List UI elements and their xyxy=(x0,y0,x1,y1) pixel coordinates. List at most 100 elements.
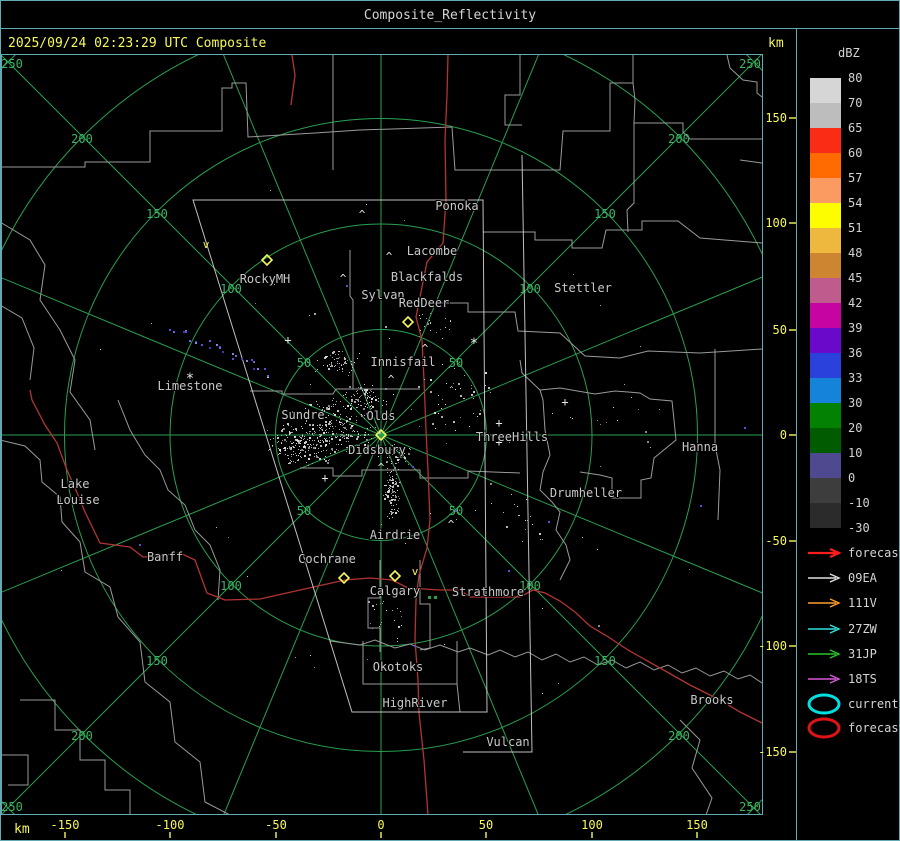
echo-pixel xyxy=(409,448,410,449)
echo-pixel xyxy=(285,450,286,451)
dbz-swatch xyxy=(810,353,841,378)
echo-pixel xyxy=(392,476,393,477)
echo-pixel xyxy=(369,397,370,398)
echo-pixel xyxy=(411,409,412,410)
echo-pixel xyxy=(333,404,334,405)
echo-pixel xyxy=(299,440,300,441)
dbz-swatch xyxy=(810,503,841,528)
echo-pixel xyxy=(347,405,349,407)
echo-pixel xyxy=(354,362,355,363)
echo-pixel xyxy=(438,413,439,414)
weak-echo-pixel xyxy=(169,329,171,331)
echo-pixel xyxy=(305,452,306,453)
echo-pixel xyxy=(367,395,368,396)
echo-pixel xyxy=(597,420,598,421)
city-label-innisfail: Innisfail xyxy=(370,355,435,369)
echo-pixel xyxy=(573,274,574,275)
echo-pixel xyxy=(442,399,443,400)
echo-pixel xyxy=(488,387,490,389)
echo-pixel xyxy=(298,455,299,456)
echo-pixel xyxy=(361,395,362,396)
echo-pixel xyxy=(308,458,310,460)
echo-pixel xyxy=(395,492,396,493)
echo-pixel xyxy=(442,364,443,365)
echo-pixel xyxy=(337,370,338,371)
echo-pixel xyxy=(291,449,292,450)
echo-pixel xyxy=(374,609,375,610)
echo-pixel xyxy=(277,435,278,436)
echo-pixel xyxy=(292,443,293,444)
echo-pixel xyxy=(295,440,296,441)
echo-pixel xyxy=(361,415,363,417)
echo-pixel xyxy=(332,352,334,354)
echo-pixel xyxy=(367,397,368,398)
echo-pixel xyxy=(348,434,349,435)
echo-pixel xyxy=(331,448,333,450)
echo-pixel xyxy=(480,410,481,411)
echo-pixel xyxy=(312,429,313,430)
echo-pixel xyxy=(392,490,393,491)
echo-pixel xyxy=(337,363,338,364)
echo-pixel xyxy=(460,417,461,418)
echo-pixel xyxy=(389,338,390,339)
city-label-brooks: Brooks xyxy=(690,693,733,707)
echo-pixel xyxy=(389,479,391,481)
echo-pixel xyxy=(322,425,323,426)
echo-pixel xyxy=(371,398,373,400)
echo-pixel xyxy=(370,427,371,428)
echo-pixel xyxy=(333,428,334,429)
echo-pixel xyxy=(391,480,392,481)
echo-pixel xyxy=(346,451,347,452)
echo-pixel xyxy=(396,478,397,479)
city-label-rockymh: RockyMH xyxy=(240,272,291,286)
echo-pixel xyxy=(313,447,315,449)
echo-pixel xyxy=(393,505,394,506)
city-label-cochrane: Cochrane xyxy=(298,552,356,566)
echo-pixel xyxy=(272,446,273,447)
echo-pixel xyxy=(391,471,392,472)
echo-pixel xyxy=(356,438,358,440)
echo-pixel xyxy=(390,485,391,486)
dbz-swatch xyxy=(810,78,841,103)
caret-marker-icon: ^ xyxy=(378,461,385,474)
echo-pixel xyxy=(330,366,331,367)
echo-pixel xyxy=(351,364,352,365)
echo-pixel xyxy=(391,499,392,500)
legend-arrow-label: 09EA xyxy=(848,571,878,585)
echo-pixel xyxy=(343,435,345,437)
echo-pixel xyxy=(463,398,464,399)
dbz-swatch xyxy=(810,453,841,478)
weak-echo-pixel xyxy=(264,368,266,370)
echo-pixel xyxy=(357,399,359,401)
echo-pixel xyxy=(340,424,341,425)
echo-pixel xyxy=(323,442,324,443)
echo-pixel xyxy=(312,424,313,425)
echo-pixel xyxy=(343,395,344,396)
echo-pixel xyxy=(542,693,543,694)
echo-pixel xyxy=(367,403,368,404)
echo-pixel xyxy=(450,387,451,388)
dbz-swatch xyxy=(810,478,841,503)
echo-pixel xyxy=(445,318,446,319)
echo-pixel xyxy=(314,433,315,434)
echo-pixel xyxy=(325,440,326,441)
echo-pixel xyxy=(394,499,396,501)
echo-pixel xyxy=(351,370,352,371)
echo-pixel xyxy=(269,449,270,450)
echo-pixel xyxy=(309,446,310,447)
echo-pixel xyxy=(315,447,316,448)
echo-pixel xyxy=(419,336,420,337)
echo-pixel xyxy=(424,379,425,380)
dbz-scale-label: 36 xyxy=(848,346,862,360)
echo-pixel xyxy=(329,440,330,441)
echo-pixel xyxy=(460,388,461,389)
echo-pixel xyxy=(335,437,336,438)
echo-pixel xyxy=(289,434,290,435)
echo-pixel xyxy=(392,478,393,479)
echo-pixel xyxy=(600,424,601,425)
echo-pixel xyxy=(438,395,439,396)
echo-pixel xyxy=(344,438,345,439)
app-title: Composite_Reflectivity xyxy=(364,8,536,23)
dbz-scale-label: 48 xyxy=(848,246,862,260)
echo-pixel xyxy=(539,533,541,535)
